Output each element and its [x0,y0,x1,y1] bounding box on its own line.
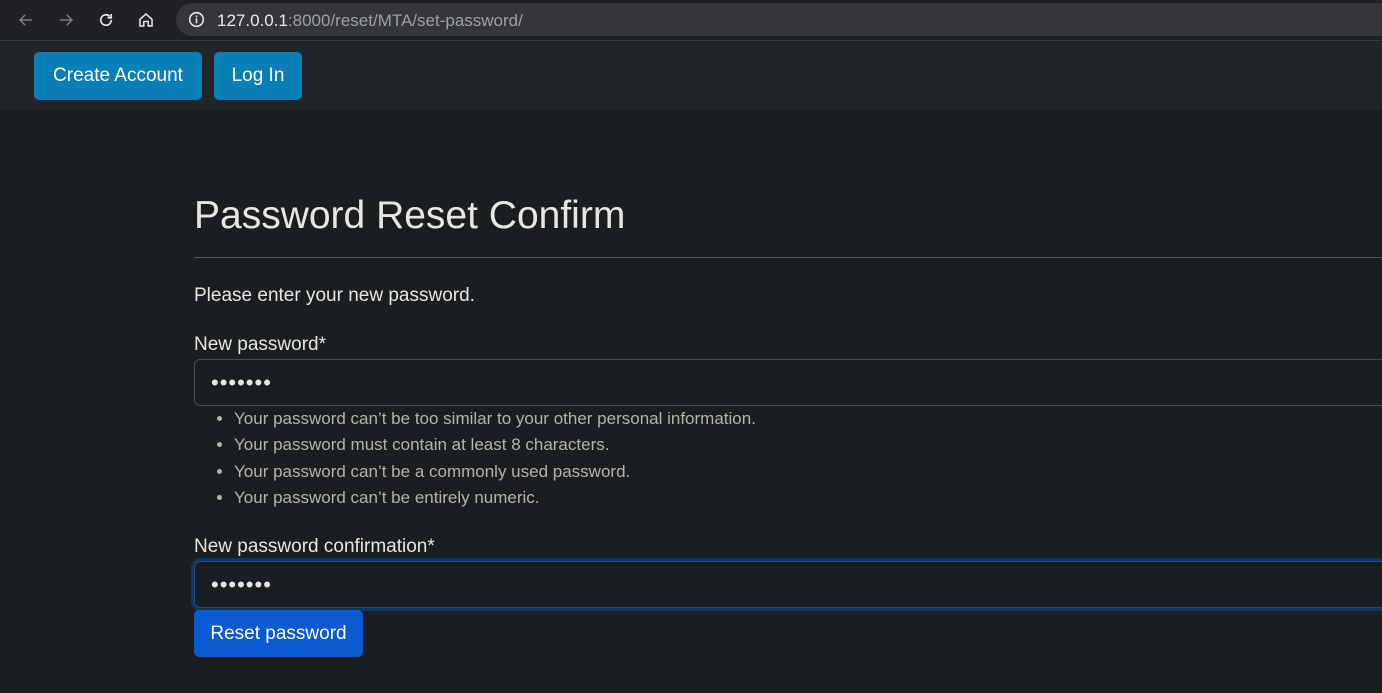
home-icon[interactable] [132,6,160,34]
new-password-label: New password* [194,334,326,355]
create-account-button[interactable]: Create Account [34,52,202,100]
confirm-password-input[interactable]: ••••••• [194,561,1382,608]
back-arrow-icon[interactable] [12,6,40,34]
log-in-button[interactable]: Log In [214,52,302,100]
reload-icon[interactable] [92,6,120,34]
page-title: Password Reset Confirm [194,194,626,237]
help-item: Your password can’t be entirely numeric. [234,487,756,513]
address-bar[interactable]: 127.0.0.1:8000/reset/MTA/set-password/ [176,3,1382,36]
forward-arrow-icon[interactable] [52,6,80,34]
confirm-password-label: New password confirmation* [194,536,435,557]
divider [194,257,1382,258]
url-text[interactable]: 127.0.0.1:8000/reset/MTA/set-password/ [217,11,523,31]
help-item: Your password can’t be a commonly used p… [234,461,756,487]
help-item: Your password must contain at least 8 ch… [234,434,756,460]
password-help-list: Your password can’t be too similar to yo… [214,408,756,513]
app-navbar: Create Account Log In [0,42,1382,110]
help-item: Your password can’t be too similar to yo… [234,408,756,434]
browser-toolbar: 127.0.0.1:8000/reset/MTA/set-password/ [0,0,1382,41]
reset-password-button[interactable]: Reset password [194,610,363,657]
info-icon[interactable] [188,11,205,28]
url-host: 127.0.0.1 [217,11,288,30]
new-password-input[interactable]: ••••••• [194,359,1382,406]
intro-text: Please enter your new password. [194,285,475,306]
url-path: :8000/reset/MTA/set-password/ [287,11,523,30]
